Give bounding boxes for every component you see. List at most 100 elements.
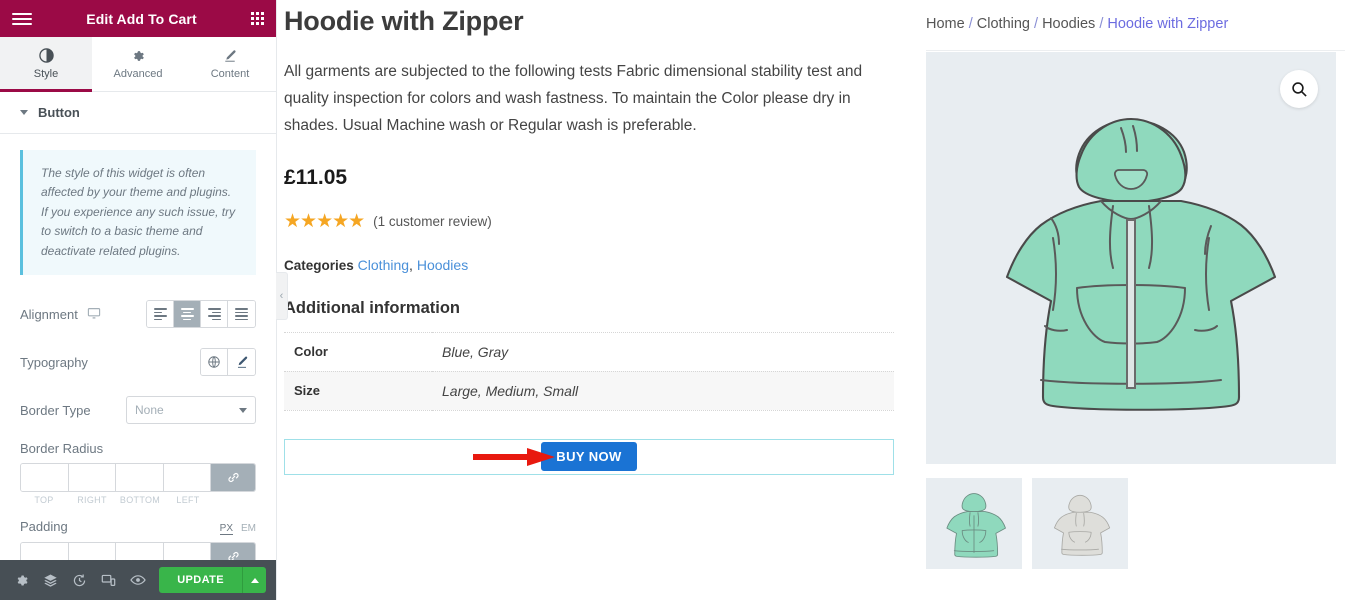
padding-top-input[interactable] (21, 543, 69, 560)
control-alignment: Alignment (20, 297, 256, 331)
breadcrumb-divider (926, 50, 1345, 51)
control-border-radius-label: Border Radius (20, 441, 104, 457)
align-center-button[interactable] (174, 301, 201, 328)
unit-em[interactable]: EM (241, 523, 256, 535)
side-label-left: LEFT (176, 495, 200, 506)
control-alignment-label: Alignment (20, 306, 78, 322)
border-radius-head: Border Radius (20, 441, 256, 456)
categories-separator: , (409, 256, 417, 273)
border-radius-left-input[interactable] (163, 464, 211, 492)
tab-style-label: Style (33, 68, 59, 80)
globe-icon[interactable] (201, 349, 228, 376)
pencil-icon[interactable] (228, 349, 255, 376)
desktop-icon[interactable] (87, 306, 101, 323)
align-justify-button[interactable] (228, 301, 255, 328)
contrast-icon (38, 48, 54, 63)
thumbnail-image-grey-hoodie (1054, 494, 1111, 556)
responsive-icon[interactable] (101, 573, 116, 588)
gallery-thumbnails (926, 478, 1345, 569)
typography-buttons (200, 348, 256, 377)
pencil-icon (223, 49, 237, 63)
product-summary: Hoodie with Zipper All garments are subj… (277, 0, 916, 600)
control-alignment-label-wrap: Alignment (20, 306, 146, 323)
control-border-radius: Border Radius TOP RIGHT BOTTOM LEFT (20, 441, 256, 505)
product-gallery-column: Home / Clothing / Hoodies / Hoodie with … (916, 0, 1345, 600)
tab-content-label: Content (210, 67, 250, 80)
border-type-select[interactable]: None (126, 396, 256, 425)
additional-information-heading: Additional information (284, 298, 460, 317)
history-icon[interactable] (72, 573, 87, 588)
tab-content[interactable]: Content (184, 37, 276, 91)
review-count-link[interactable]: (1 customer review) (373, 214, 492, 229)
border-radius-side-labels: TOP RIGHT BOTTOM LEFT (20, 495, 256, 505)
breadcrumb-item-hoodies[interactable]: Hoodies (1042, 16, 1095, 32)
update-options-button[interactable] (242, 567, 266, 593)
attribute-name: Color (294, 344, 328, 360)
thumbnail-hoodie-mint[interactable] (926, 478, 1022, 569)
control-typography-field (200, 348, 256, 377)
grid-icon[interactable] (251, 12, 264, 25)
padding-unit-toggle: PX EM (219, 523, 256, 536)
search-icon (1291, 81, 1307, 97)
add-to-cart-widget[interactable]: BUY NOW (284, 438, 894, 475)
panel-collapse-handle[interactable]: ‹ (276, 272, 288, 320)
caret-up-icon (250, 577, 259, 583)
product-categories: Categories Clothing, Hoodies (284, 257, 894, 273)
breadcrumb-item-current: Hoodie with Zipper (1107, 16, 1229, 32)
layers-icon[interactable] (43, 573, 58, 588)
unit-px[interactable]: PX (219, 523, 233, 536)
breadcrumb-separator: / (968, 16, 973, 32)
padding-left-input[interactable] (163, 543, 211, 560)
breadcrumb-separator: / (1034, 16, 1039, 32)
panel-footer: UPDATE (0, 560, 276, 600)
table-row: Color Blue, Gray (284, 332, 894, 372)
control-border-type-field: None (126, 396, 256, 425)
category-link-hoodies[interactable]: Hoodies (417, 257, 468, 273)
border-radius-top-input[interactable] (21, 464, 69, 492)
update-button-group: UPDATE (159, 567, 266, 593)
section-button-label: Button (38, 105, 80, 120)
page-title: Hoodie with Zipper (284, 6, 524, 36)
breadcrumb-item-clothing[interactable]: Clothing (977, 16, 1030, 32)
additional-information-table: Color Blue, Gray Size Large, Medium, Sma… (284, 332, 894, 411)
category-link-clothing[interactable]: Clothing (358, 257, 409, 273)
star-rating-icon[interactable]: ★★★★★ (284, 212, 365, 231)
tab-advanced[interactable]: Advanced (92, 37, 184, 91)
align-left-button[interactable] (147, 301, 174, 328)
gallery-zoom-button[interactable] (1280, 70, 1318, 108)
border-radius-link-button[interactable] (211, 464, 255, 492)
thumbnail-hoodie-grey[interactable] (1032, 478, 1128, 569)
align-right-button[interactable] (201, 301, 228, 328)
table-row: Size Large, Medium, Small (284, 371, 894, 411)
product-image-hoodie[interactable] (981, 98, 1281, 418)
attribute-name: Size (294, 383, 321, 399)
gear-icon (131, 49, 145, 63)
product-gallery[interactable] (926, 52, 1336, 464)
breadcrumb-item-home[interactable]: Home (926, 16, 965, 32)
update-button[interactable]: UPDATE (159, 567, 242, 593)
padding-head: Padding PX EM (20, 519, 256, 536)
section-button-header[interactable]: Button (0, 92, 276, 134)
control-typography-label: Typography (20, 354, 88, 370)
panel-tabs: Style Advanced Content (0, 37, 276, 92)
gear-icon[interactable] (14, 573, 29, 588)
border-radius-inputs (20, 463, 256, 493)
product-price: £11.05 (284, 165, 348, 189)
side-label-spacer (212, 495, 256, 505)
control-typography: Typography (20, 345, 256, 379)
padding-link-button[interactable] (211, 543, 255, 560)
attribute-value: Large, Medium, Small (442, 382, 579, 399)
hamburger-icon[interactable] (12, 12, 32, 25)
side-label-right: RIGHT (77, 495, 107, 506)
attribute-value: Blue, Gray (442, 343, 509, 360)
panel-title: Edit Add To Cart (86, 10, 197, 27)
border-radius-right-input[interactable] (68, 464, 116, 492)
padding-bottom-input[interactable] (116, 543, 164, 560)
footer-icon-group (10, 572, 159, 588)
control-typography-label-wrap: Typography (20, 355, 200, 370)
preview-eye-icon[interactable] (130, 572, 146, 588)
tab-style[interactable]: Style (0, 37, 92, 92)
border-radius-bottom-input[interactable] (116, 464, 164, 492)
categories-label: Categories (284, 257, 354, 273)
padding-right-input[interactable] (68, 543, 116, 560)
